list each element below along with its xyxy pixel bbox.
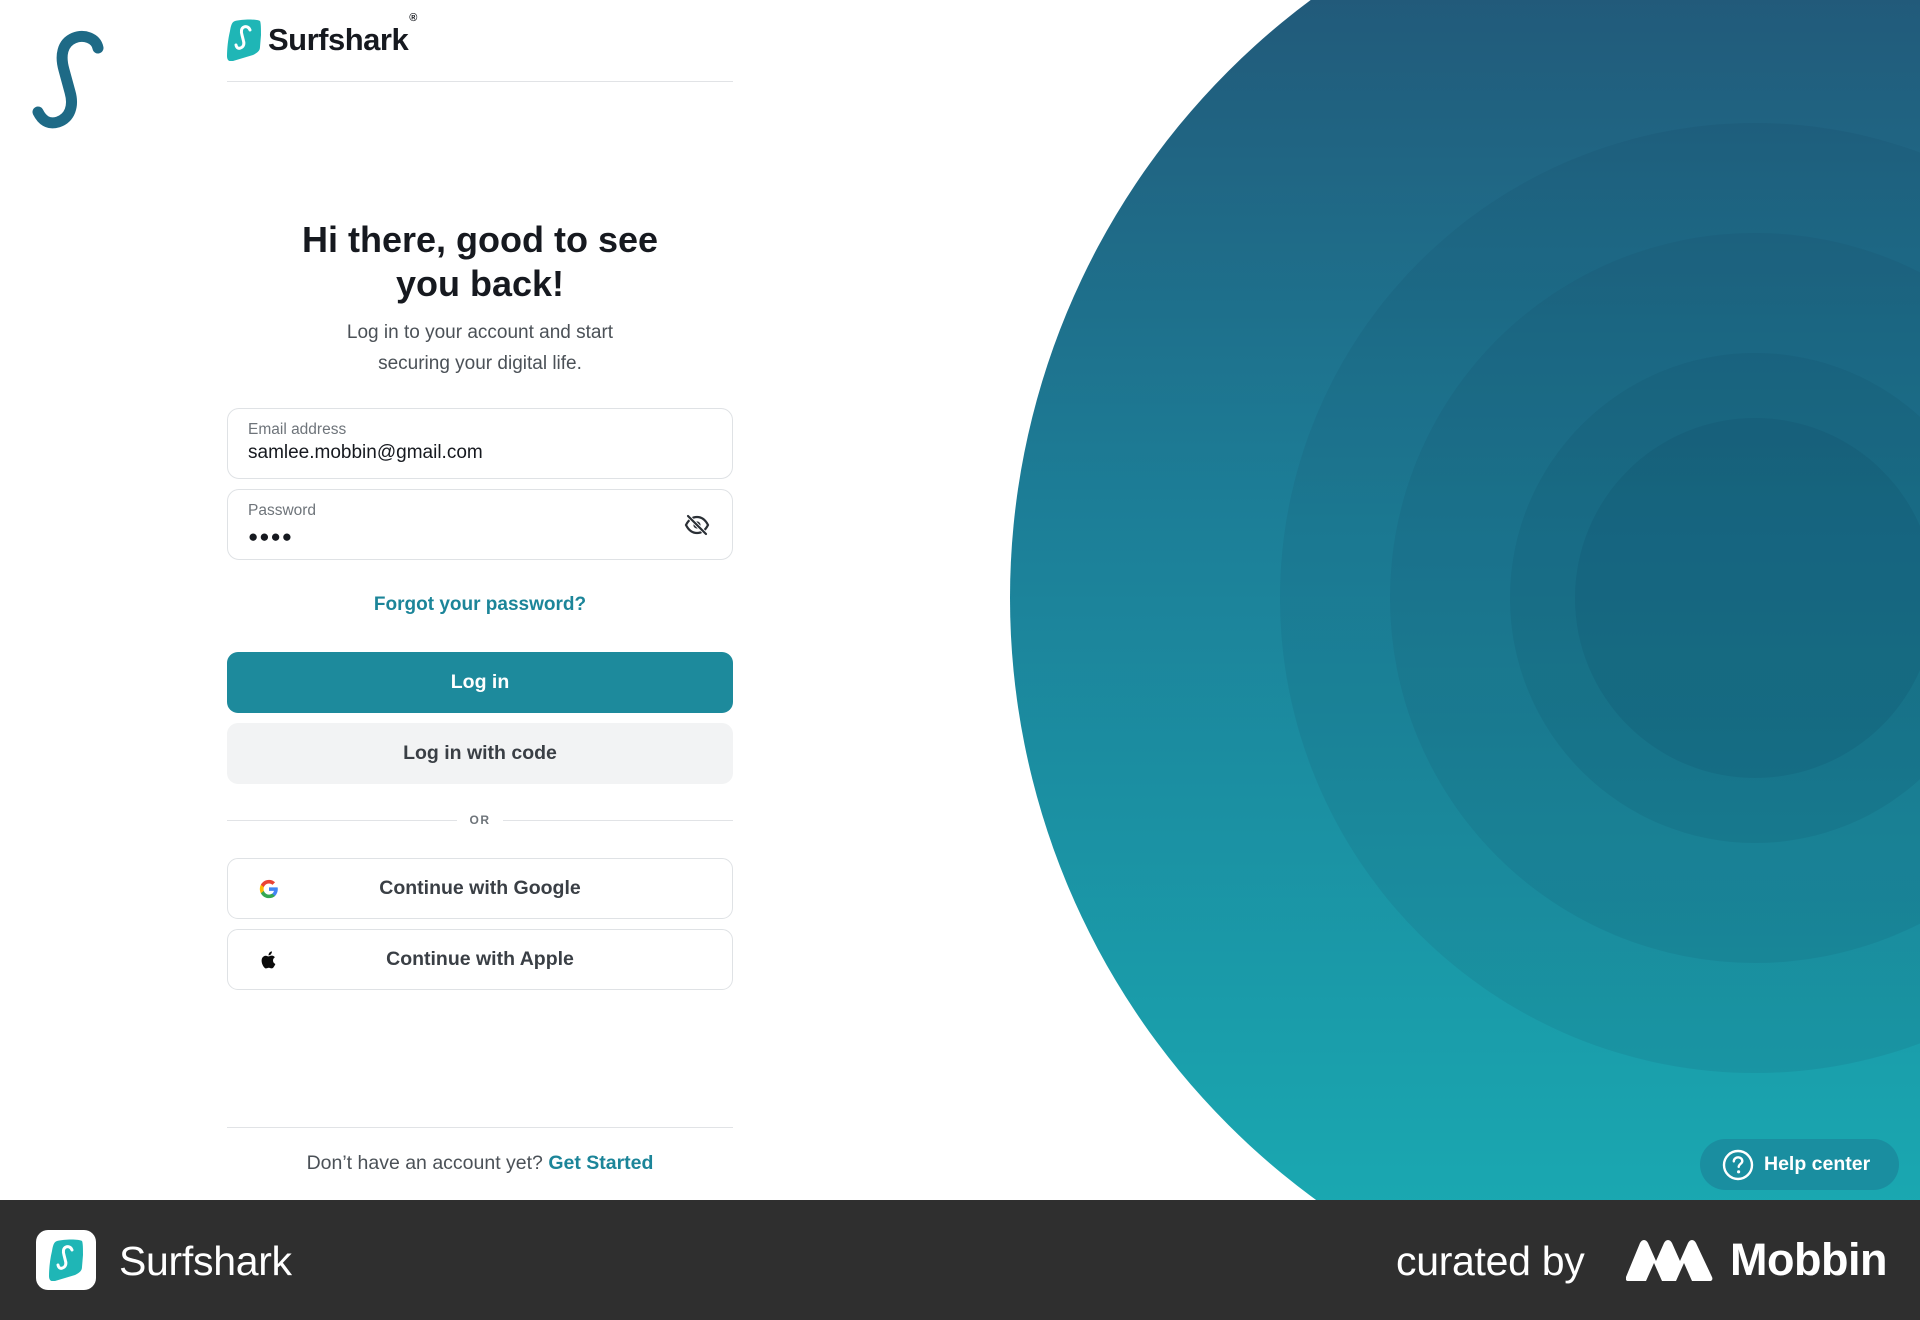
signup-prompt-text: Don’t have an account yet? xyxy=(306,1152,543,1174)
footer-app-logo xyxy=(36,1230,96,1290)
login-with-code-button[interactable]: Log in with code xyxy=(227,723,733,784)
mobbin-logo-icon xyxy=(1626,1240,1713,1281)
continue-with-apple-label: Continue with Apple xyxy=(386,948,574,970)
forgot-password-link[interactable]: Forgot your password? xyxy=(227,594,733,616)
continue-with-google-button[interactable]: Continue with Google xyxy=(227,858,733,919)
help-center-label: Help center xyxy=(1764,1153,1871,1175)
password-field-label: Password xyxy=(248,502,317,519)
brand-name: Surfshark® xyxy=(268,12,417,57)
surfshark-footer-logo-icon xyxy=(49,1239,83,1281)
footer-curated-by: curated by xyxy=(1396,1238,1585,1284)
eye-slash-icon[interactable] xyxy=(684,513,710,537)
footer-mobbin-wordmark: Mobbin xyxy=(1730,1234,1887,1285)
password-field[interactable]: Password ●●●● xyxy=(227,489,733,560)
login-button[interactable]: Log in xyxy=(227,652,733,713)
page-subtitle-line1: Log in to your account and start xyxy=(346,322,614,343)
brand-header: Surfshark® xyxy=(227,12,417,62)
attribution-footer: Surfshark curated by Mobbin xyxy=(0,1200,1920,1320)
surfshark-hero-logo xyxy=(1,3,142,177)
login-panel: Surfshark® Hi there, good to see you bac… xyxy=(227,0,733,1200)
surfshark-logo-icon xyxy=(227,19,261,61)
apple-icon xyxy=(261,951,276,969)
email-field[interactable]: Email address samlee.mobbin@gmail.com xyxy=(227,408,733,479)
password-field-value[interactable]: ●●●● xyxy=(248,527,293,547)
continue-with-google-label: Continue with Google xyxy=(379,877,581,899)
email-field-label: Email address xyxy=(248,421,347,438)
page-subtitle: Log in to your account and start securin… xyxy=(227,317,733,379)
page-title-line2: you back! xyxy=(395,263,565,304)
header-divider xyxy=(227,81,733,82)
page-title-line1: Hi there, good to see xyxy=(301,219,659,260)
page-subtitle-line2: securing your digital life. xyxy=(378,353,582,374)
question-circle-icon xyxy=(1722,1149,1754,1180)
footer-app-name: Surfshark xyxy=(119,1238,292,1284)
google-icon xyxy=(259,879,278,899)
email-field-value[interactable]: samlee.mobbin@gmail.com xyxy=(248,442,483,464)
or-divider-label: OR xyxy=(469,813,491,827)
get-started-link[interactable]: Get Started xyxy=(548,1152,653,1174)
continue-with-apple-button[interactable]: Continue with Apple xyxy=(227,929,733,990)
help-center-button[interactable]: Help center xyxy=(1700,1139,1899,1190)
footer-divider xyxy=(227,1127,733,1128)
signup-prompt: Don’t have an account yet? Get Started xyxy=(227,1152,733,1175)
or-divider: OR xyxy=(227,812,733,830)
page-title: Hi there, good to see you back! xyxy=(227,218,733,306)
